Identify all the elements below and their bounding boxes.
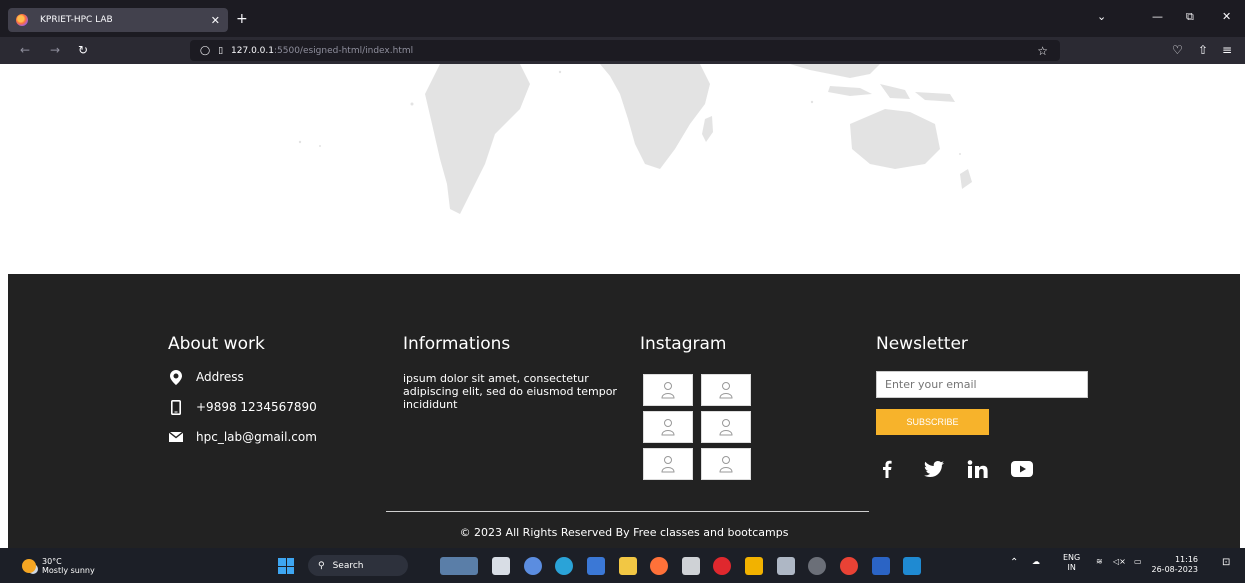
- edge-icon[interactable]: [555, 557, 573, 575]
- user-placeholder-icon: [661, 456, 675, 473]
- page-icon: ▯: [218, 45, 224, 56]
- weather-widget[interactable]: 30°C Mostly sunny: [22, 557, 95, 575]
- user-placeholder-icon: [719, 382, 733, 399]
- close-tab-icon[interactable]: ✕: [211, 14, 220, 27]
- battery-icon[interactable]: ▭: [1134, 557, 1142, 566]
- mobile-phone-icon: [168, 399, 184, 415]
- site-footer: About work Address +9898 1234567890 hpc_…: [8, 274, 1240, 548]
- extensions-icon[interactable]: ⇧: [1198, 43, 1208, 57]
- lang-bottom: IN: [1067, 563, 1076, 572]
- bookmark-star-icon[interactable]: ☆: [1037, 44, 1048, 58]
- instagram-image[interactable]: [643, 448, 693, 480]
- language-indicator[interactable]: ENG IN: [1063, 553, 1080, 573]
- firefox-taskbar-icon[interactable]: [650, 557, 668, 575]
- new-tab-icon[interactable]: +: [236, 11, 248, 27]
- cloud-icon[interactable]: ☁: [1032, 557, 1040, 566]
- tab-title: KPRIET-HPC LAB: [40, 15, 113, 25]
- windows-start-icon[interactable]: [278, 558, 294, 574]
- url-path: :5500/esigned-html/index.html: [273, 45, 414, 56]
- taskbar-search[interactable]: ⚲ Search: [308, 555, 408, 576]
- facebook-icon[interactable]: [876, 458, 898, 480]
- notification-icon[interactable]: ⊡: [1222, 557, 1230, 568]
- footer-divider: [386, 511, 869, 512]
- vscode-icon[interactable]: [903, 557, 921, 575]
- power-bi-icon[interactable]: [745, 557, 763, 575]
- firefox-icon: [16, 14, 28, 26]
- about-work-heading: About work: [168, 334, 265, 354]
- menu-icon[interactable]: ≡: [1222, 43, 1232, 57]
- url-host: 127.0.0.1: [231, 45, 274, 56]
- instagram-image[interactable]: [643, 374, 693, 406]
- clock[interactable]: 11:16 26-08-2023: [1150, 555, 1199, 575]
- pocket-icon[interactable]: ♡: [1172, 43, 1183, 57]
- clock-date: 26-08-2023: [1151, 565, 1199, 574]
- back-icon[interactable]: ←: [20, 43, 30, 57]
- clock-time: 11:16: [1174, 555, 1198, 564]
- subscribe-button[interactable]: SUBSCRIBE: [876, 409, 989, 435]
- weather-temp: 30°C: [42, 557, 62, 566]
- task-view-icon[interactable]: [492, 557, 510, 575]
- user-placeholder-icon: [719, 456, 733, 473]
- instagram-heading: Instagram: [640, 334, 727, 354]
- app-icon-grid[interactable]: [777, 557, 795, 575]
- teams-chat-icon[interactable]: [524, 557, 542, 575]
- tab-list-icon[interactable]: ⌄: [1097, 10, 1106, 23]
- linkedin-icon[interactable]: [965, 458, 993, 480]
- youtube-icon[interactable]: [1010, 458, 1034, 480]
- browser-nav-bar: ← → ↻ ◯ ▯ 127.0.0.1:5500/esigned-html/in…: [0, 37, 1245, 64]
- search-icon: ⚲: [318, 560, 325, 571]
- instagram-image[interactable]: [643, 411, 693, 443]
- user-placeholder-icon: [661, 419, 675, 436]
- minimize-icon[interactable]: —: [1152, 10, 1163, 23]
- restore-icon[interactable]: ⧉: [1186, 10, 1194, 24]
- informations-heading: Informations: [403, 334, 511, 354]
- weather-desc: Mostly sunny: [42, 566, 95, 575]
- instagram-image[interactable]: [701, 411, 751, 443]
- newsletter-heading: Newsletter: [876, 334, 968, 354]
- windows-taskbar: 30°C Mostly sunny ⚲ Search ⌃ ☁ ENG IN ≋ …: [0, 548, 1245, 583]
- opera-icon[interactable]: [713, 557, 731, 575]
- user-placeholder-icon: [661, 382, 675, 399]
- phone-text: +9898 1234567890: [196, 400, 317, 414]
- browser-tab[interactable]: KPRIET-HPC LAB ✕: [8, 8, 228, 32]
- reload-icon[interactable]: ↻: [78, 43, 88, 57]
- world-map: [298, 64, 972, 214]
- app-icon-circle[interactable]: [808, 557, 826, 575]
- instagram-image[interactable]: [701, 374, 751, 406]
- address-text: Address: [196, 370, 244, 384]
- store-icon[interactable]: [587, 557, 605, 575]
- address-item: Address: [168, 369, 244, 385]
- widgets-icon[interactable]: [440, 557, 478, 575]
- email-text[interactable]: hpc_lab@gmail.com: [196, 430, 317, 444]
- instagram-image[interactable]: [701, 448, 751, 480]
- user-placeholder-icon: [719, 419, 733, 436]
- app-icon-a[interactable]: [682, 557, 700, 575]
- envelope-icon: [168, 430, 184, 444]
- newsletter-email-input[interactable]: [876, 371, 1088, 398]
- url-bar[interactable]: ◯ ▯ 127.0.0.1:5500/esigned-html/index.ht…: [190, 40, 1060, 61]
- search-label: Search: [332, 560, 364, 571]
- email-item: hpc_lab@gmail.com: [168, 430, 317, 444]
- chrome-icon[interactable]: [840, 557, 858, 575]
- twitter-icon[interactable]: [923, 458, 945, 480]
- partly-sunny-icon: [22, 559, 36, 573]
- copyright-text: © 2023 All Rights Reserved By Free class…: [459, 526, 789, 539]
- forward-icon[interactable]: →: [50, 43, 60, 57]
- web-page: About work Address +9898 1234567890 hpc_…: [0, 64, 1245, 548]
- informations-text: ipsum dolor sit amet, consectetur adipis…: [403, 372, 617, 411]
- volume-icon[interactable]: ◁×: [1113, 557, 1126, 566]
- chevron-up-icon[interactable]: ⌃: [1010, 557, 1018, 568]
- phone-item: +9898 1234567890: [168, 399, 317, 415]
- lang-top: ENG: [1063, 553, 1081, 562]
- wifi-icon[interactable]: ≋: [1096, 557, 1103, 566]
- shield-icon: ◯: [200, 45, 211, 56]
- browser-tab-bar: KPRIET-HPC LAB ✕ + ⌄ — ⧉ ✕: [0, 0, 1245, 37]
- location-pin-icon: [168, 369, 184, 385]
- word-icon[interactable]: [872, 557, 890, 575]
- file-explorer-icon[interactable]: [619, 557, 637, 575]
- close-window-icon[interactable]: ✕: [1222, 10, 1231, 23]
